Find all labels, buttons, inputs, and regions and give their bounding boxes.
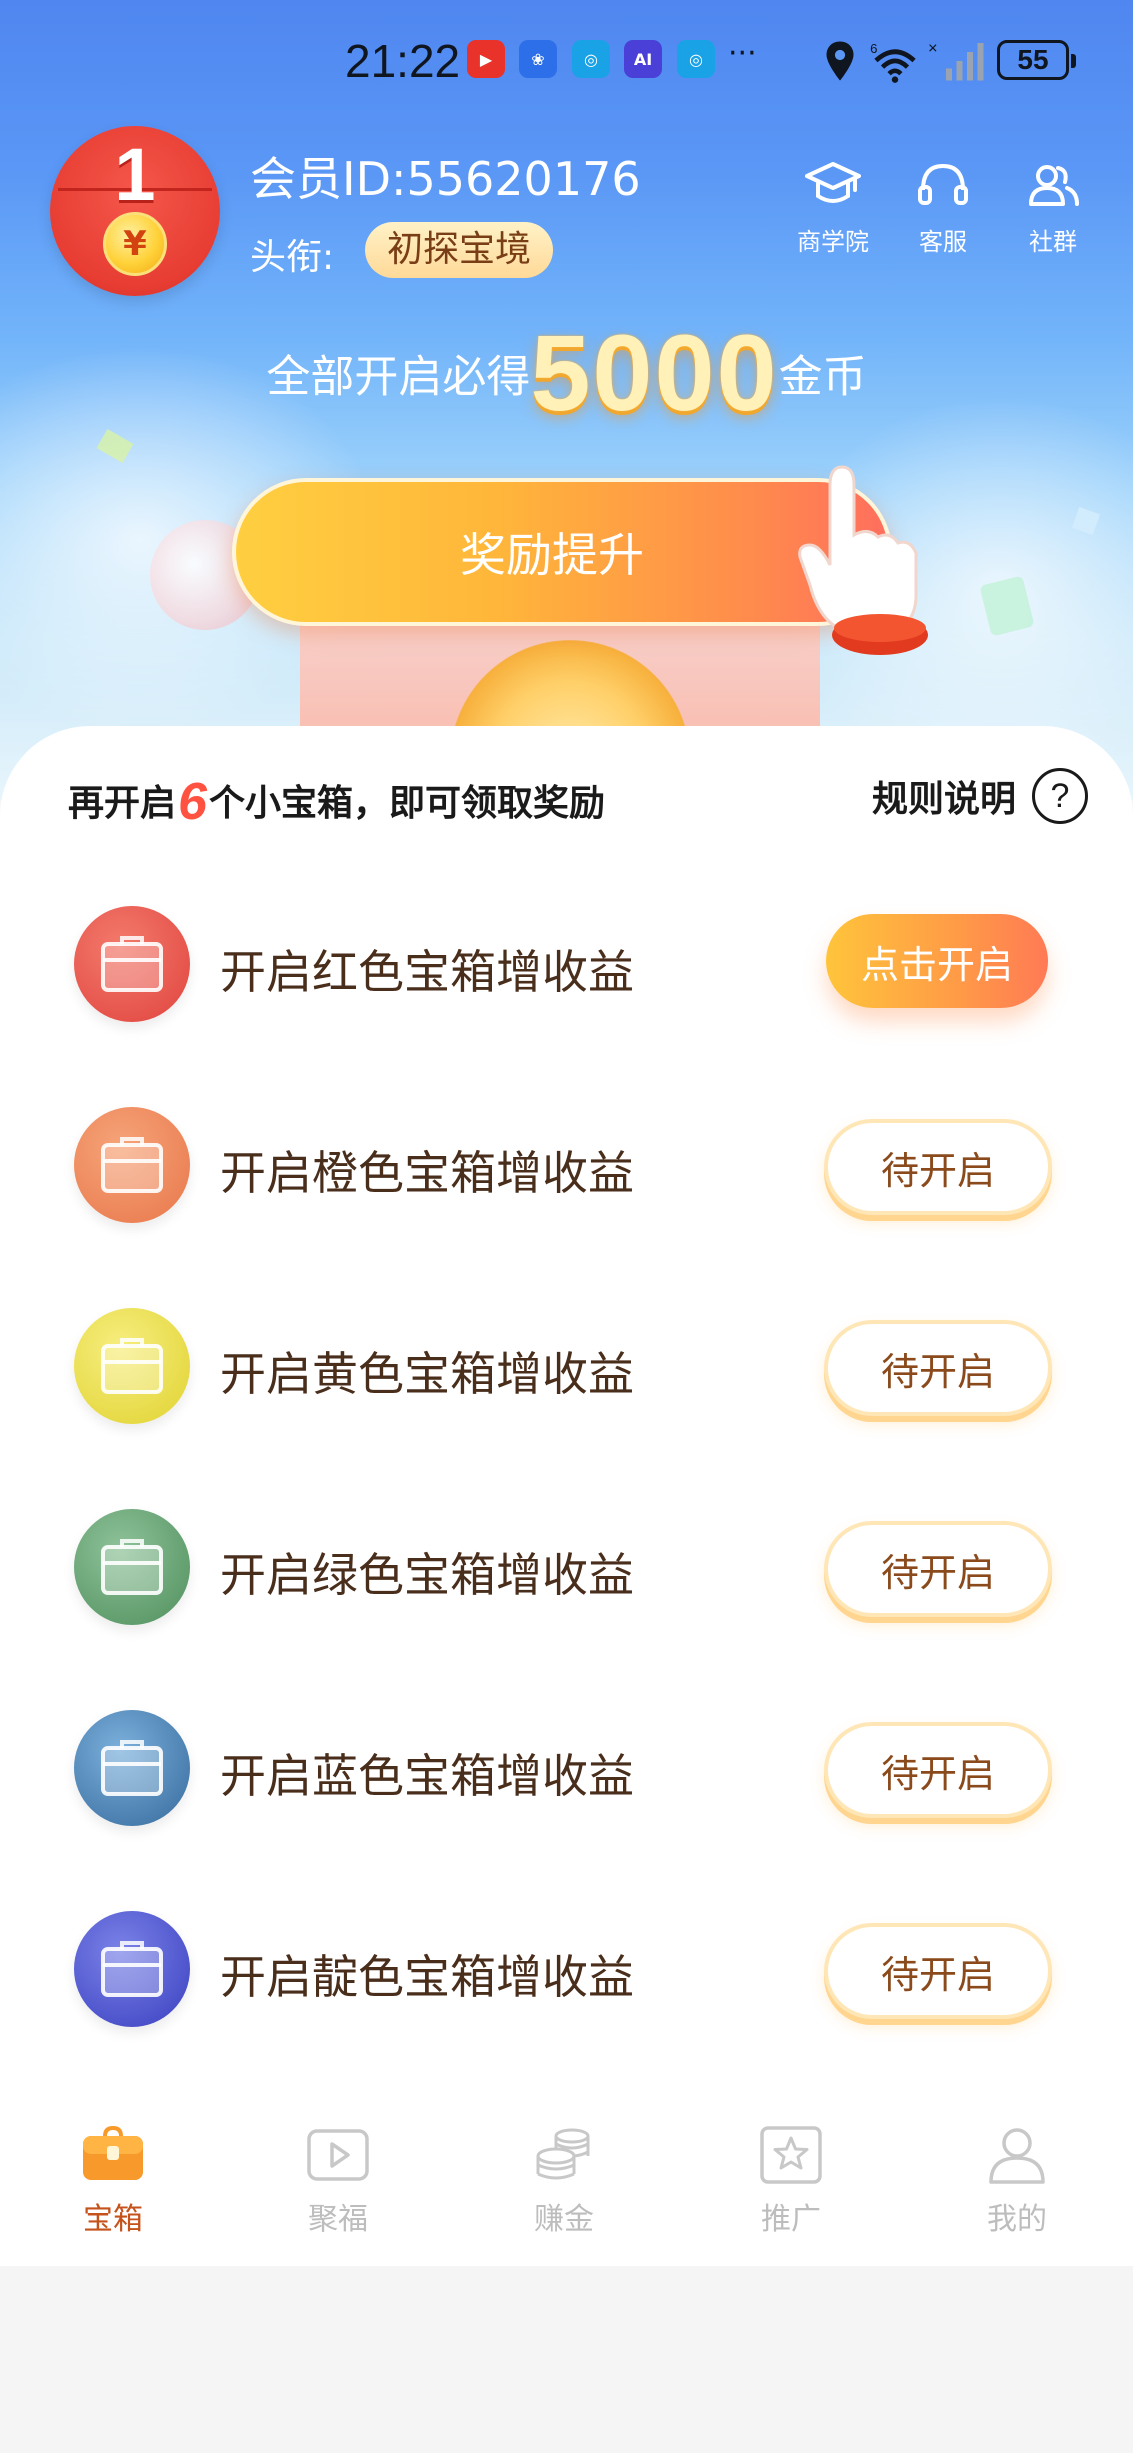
nav-tab-earn[interactable]: 赚金 (489, 2126, 639, 2238)
chest-row: 开启靛色宝箱增收益 待开启 (0, 1889, 1133, 2049)
chest-icon (83, 2126, 143, 2180)
browser-app-icon: ◎ (572, 40, 610, 78)
card-title: 再开启6个小宝箱，即可领取奖励 (68, 772, 605, 832)
baidu-app-icon: ❀ (519, 40, 557, 78)
nav-label: 我的 (987, 2202, 1047, 2237)
chest-row: 开启黄色宝箱增收益 待开启 (0, 1286, 1133, 1446)
nav-tab-chest[interactable]: 宝箱 (38, 2126, 188, 2238)
cellular-signal-icon: × (928, 40, 984, 81)
headline-prefix: 全部开启必得 (266, 351, 531, 403)
top-link-label: 商学院 (797, 228, 869, 256)
pending-chest-button[interactable]: 待开启 (824, 1722, 1052, 1818)
customer-service-link[interactable]: 客服 (888, 160, 998, 257)
nav-label: 推广 (761, 2202, 821, 2237)
nav-tab-mine[interactable]: 我的 (942, 2126, 1092, 2238)
wifi-icon: 6 (870, 41, 916, 83)
remaining-count: 6 (178, 773, 207, 831)
member-id: 会员ID:55620176 (250, 152, 641, 206)
chest-row: 开启蓝色宝箱增收益 待开启 (0, 1688, 1133, 1848)
treasure-chest-icon (74, 1710, 190, 1826)
more-notifications-icon: ··· (728, 36, 757, 71)
rules-label: 规则说明 (872, 779, 1017, 820)
nav-label: 宝箱 (83, 2202, 143, 2237)
play-icon (307, 2129, 369, 2181)
headset-icon (918, 163, 968, 205)
svg-text:×: × (928, 40, 938, 58)
user-icon (989, 2128, 1045, 2184)
nav-label: 聚福 (308, 2202, 368, 2237)
rank-label: 头衔: (250, 237, 335, 278)
star-icon (760, 2126, 822, 2184)
chest-row: 开启红色宝箱增收益 点击开启 (0, 884, 1133, 1044)
nav-label: 赚金 (534, 2202, 594, 2237)
chest-row: 开启橙色宝箱增收益 待开启 (0, 1085, 1133, 1245)
group-icon (1029, 165, 1079, 206)
open-chest-button[interactable]: 点击开启 (826, 914, 1048, 1008)
nav-tab-jufu[interactable]: 聚福 (263, 2126, 413, 2238)
rules-button[interactable]: 规则说明 ? (872, 768, 1089, 824)
pointing-hand-icon (798, 465, 928, 655)
top-link-label: 社群 (1029, 228, 1077, 256)
rank-badge: 初探宝境 (365, 222, 554, 278)
yuan-coin-icon: ¥ (103, 212, 167, 276)
nav-tab-promote[interactable]: 推广 (716, 2126, 866, 2238)
treasure-chest-icon (74, 1509, 190, 1625)
chest-row-label: 开启蓝色宝箱增收益 (220, 1749, 634, 1803)
avatar-level-number: 1 (114, 133, 156, 216)
graduation-cap-icon (805, 162, 861, 203)
chest-row-label: 开启橙色宝箱增收益 (220, 1146, 634, 1200)
battery-indicator: 55 (997, 40, 1076, 80)
avatar[interactable]: 1 ¥ (50, 126, 220, 296)
headline-suffix: 金币 (778, 351, 867, 403)
video-app-icon: ▶ (467, 40, 505, 78)
bottom-blank-area (0, 2266, 1133, 2453)
pending-chest-button[interactable]: 待开启 (824, 1521, 1052, 1617)
card-title-prefix: 再开启 (68, 783, 177, 824)
reward-headline: 全部开启必得5000金币 (0, 310, 1133, 435)
pending-chest-button[interactable]: 待开启 (824, 1923, 1052, 2019)
location-icon (826, 41, 854, 81)
status-bar: 21:22 ▶ ❀ ◎ AI ◎ ··· 6 × 55 (0, 30, 1133, 94)
help-icon: ? (1032, 768, 1089, 824)
ai-app-icon: AI (624, 40, 662, 78)
svg-text:6: 6 (870, 41, 877, 56)
status-time: 21:22 (345, 35, 461, 87)
bottom-navigation: 宝箱 聚福 赚金 推广 我的 (0, 2106, 1133, 2266)
chest-row-label: 开启绿色宝箱增收益 (220, 1548, 634, 1602)
browser-app-icon-2: ◎ (677, 40, 715, 78)
chest-row: 开启绿色宝箱增收益 待开启 (0, 1487, 1133, 1647)
card-title-suffix: 个小宝箱，即可领取奖励 (208, 783, 605, 824)
treasure-chest-icon (74, 1911, 190, 2027)
business-school-link[interactable]: 商学院 (778, 160, 888, 257)
treasure-chest-icon (74, 1308, 190, 1424)
top-link-label: 客服 (919, 228, 967, 256)
screen: 21:22 ▶ ❀ ◎ AI ◎ ··· 6 × 55 1 ¥ 会员ID:5562017… (0, 0, 1133, 2453)
treasure-chest-icon (74, 1107, 190, 1223)
pending-chest-button[interactable]: 待开启 (824, 1320, 1052, 1416)
coins-icon (536, 2128, 590, 2180)
chest-row-label: 开启靛色宝箱增收益 (220, 1950, 634, 2004)
chest-row-label: 开启黄色宝箱增收益 (220, 1347, 634, 1401)
chest-row-label: 开启红色宝箱增收益 (220, 945, 634, 999)
community-link[interactable]: 社群 (998, 160, 1108, 257)
headline-amount: 5000 (530, 312, 779, 433)
treasure-chest-icon (74, 906, 190, 1022)
pending-chest-button[interactable]: 待开启 (824, 1119, 1052, 1215)
